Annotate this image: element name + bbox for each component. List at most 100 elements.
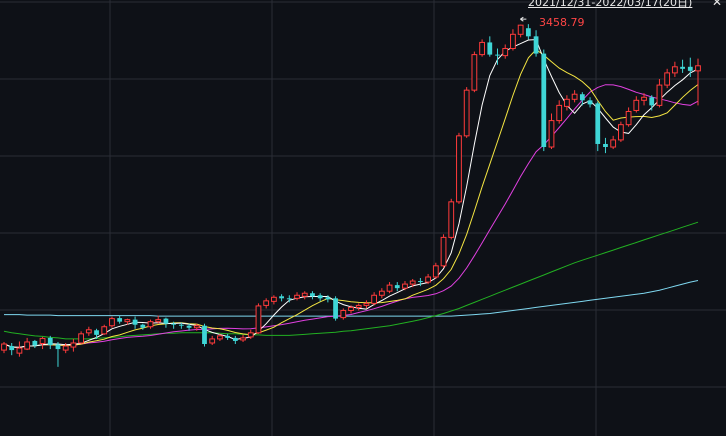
candle-body — [16, 347, 23, 354]
candle[interactable] — [1, 341, 7, 354]
candle-body — [402, 283, 408, 289]
candle-body — [279, 296, 284, 299]
candle[interactable] — [656, 78, 663, 108]
close-icon[interactable]: ✕ — [712, 0, 722, 9]
candle[interactable] — [340, 308, 347, 320]
candle[interactable] — [371, 292, 378, 306]
candle-body — [255, 305, 262, 334]
candle[interactable] — [649, 95, 655, 111]
candle[interactable] — [240, 334, 246, 342]
candle-body — [687, 66, 693, 71]
candle[interactable] — [117, 315, 123, 324]
candle[interactable] — [571, 90, 578, 103]
candle-body — [680, 66, 685, 69]
candle[interactable] — [517, 24, 524, 38]
candle-body — [217, 335, 223, 340]
candle[interactable] — [394, 282, 400, 292]
chart-grid — [0, 0, 726, 436]
candle[interactable] — [225, 333, 231, 340]
candle[interactable] — [440, 234, 447, 268]
moving-average-lines — [3, 39, 699, 348]
candle-body — [55, 344, 61, 350]
candle-body — [378, 290, 385, 296]
candle[interactable] — [625, 107, 632, 127]
candle-body — [463, 89, 470, 137]
candle[interactable] — [378, 288, 385, 299]
candle[interactable] — [78, 331, 85, 344]
candle[interactable] — [603, 137, 608, 154]
range-readout: 2021/12/31-2022/03/17(20日) — [528, 0, 693, 9]
candle[interactable] — [55, 341, 61, 367]
candle[interactable] — [548, 113, 555, 150]
candle-body — [394, 285, 400, 289]
candle[interactable] — [202, 323, 207, 347]
candle-body — [1, 343, 7, 351]
candle[interactable] — [664, 68, 671, 89]
candle-body — [124, 319, 131, 323]
candle-body — [310, 293, 315, 297]
candle[interactable] — [263, 298, 270, 309]
candle[interactable] — [617, 121, 624, 142]
candle-body — [625, 110, 632, 126]
candle-body — [47, 337, 53, 346]
candle-body — [664, 72, 671, 86]
candle[interactable] — [109, 316, 115, 328]
candle[interactable] — [471, 51, 478, 93]
kline-chart-window[interactable]: 2021/12/31-2022/03/17(20日) ✕ 3458.79 — [0, 0, 726, 436]
candle[interactable] — [386, 282, 393, 294]
candle[interactable] — [85, 326, 92, 336]
candle-body — [564, 98, 570, 107]
candle[interactable] — [448, 198, 455, 240]
candle[interactable] — [671, 61, 678, 77]
candle[interactable] — [680, 59, 685, 73]
candle[interactable] — [456, 132, 462, 204]
candle-body — [386, 284, 393, 292]
candle[interactable] — [541, 49, 547, 152]
candle[interactable] — [633, 96, 640, 113]
candle[interactable] — [463, 87, 470, 138]
candle[interactable] — [533, 30, 539, 57]
candle[interactable] — [279, 294, 284, 302]
candle[interactable] — [147, 319, 154, 329]
candle[interactable] — [209, 335, 216, 346]
candle[interactable] — [502, 44, 509, 59]
peak-price-label: 3458.79 — [539, 16, 585, 29]
candle[interactable] — [70, 338, 77, 352]
candle[interactable] — [9, 342, 15, 356]
candle[interactable] — [610, 135, 617, 150]
candle[interactable] — [39, 336, 46, 350]
candle[interactable] — [333, 296, 338, 321]
candle[interactable] — [101, 324, 108, 335]
candle[interactable] — [595, 101, 601, 152]
candle[interactable] — [132, 316, 138, 329]
candle[interactable] — [24, 337, 31, 351]
candle[interactable] — [564, 95, 570, 111]
candle[interactable] — [355, 303, 362, 311]
candle[interactable] — [232, 335, 238, 344]
candle[interactable] — [255, 303, 262, 334]
candle-body — [270, 296, 277, 302]
candle[interactable] — [556, 100, 563, 124]
candle-body — [471, 54, 478, 91]
candle[interactable] — [363, 300, 370, 309]
candle[interactable] — [487, 36, 493, 57]
candle[interactable] — [163, 317, 169, 328]
candle[interactable] — [310, 291, 315, 300]
kline-chart-canvas[interactable] — [0, 0, 726, 436]
candle[interactable] — [32, 339, 38, 349]
candle[interactable] — [402, 281, 408, 291]
candle[interactable] — [695, 58, 701, 106]
candle[interactable] — [317, 293, 323, 302]
candle-body — [579, 94, 585, 101]
candle[interactable] — [16, 341, 23, 357]
candle[interactable] — [525, 24, 531, 40]
candle[interactable] — [94, 328, 99, 339]
candle-body — [178, 324, 184, 326]
candle[interactable] — [301, 291, 308, 300]
candle[interactable] — [587, 97, 593, 108]
candle[interactable] — [510, 29, 516, 51]
candle-body — [70, 342, 77, 348]
candle[interactable] — [479, 39, 485, 57]
candle-body — [109, 318, 115, 327]
candle-body — [209, 338, 216, 344]
